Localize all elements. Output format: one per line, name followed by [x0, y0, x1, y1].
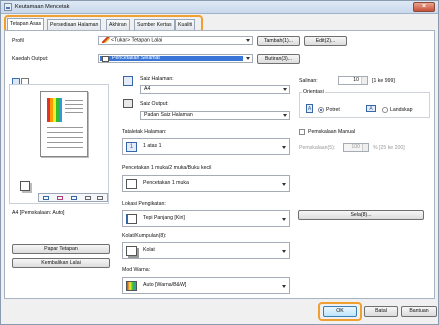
punch-icon — [57, 196, 63, 200]
scaling-label: Pemskalaan(5): — [299, 145, 336, 151]
chevron-down-icon — [246, 57, 250, 60]
print-preview — [9, 84, 109, 204]
color-mode-select[interactable]: Auto [Warna/B&W] — [122, 277, 290, 294]
portrait-label: Potret — [326, 107, 340, 113]
copies-input[interactable]: 10 — [338, 76, 368, 85]
color-mode-value: Auto [Warna/B&W] — [143, 282, 187, 288]
copies-value: 10 — [353, 77, 359, 83]
chevron-down-icon — [283, 114, 287, 117]
output-details-button[interactable]: Butiran(3)... — [257, 54, 300, 64]
output-method-label: Kaedah Output: — [12, 56, 49, 62]
tab-finishing[interactable]: Akhiran — [106, 19, 130, 30]
chevron-down-icon — [282, 146, 286, 149]
tab-page-setup[interactable]: Persediaan Halaman — [47, 19, 102, 30]
color-mode-label: Mod Warna: — [122, 267, 151, 273]
chevron-down-icon — [282, 218, 286, 221]
output-size-select[interactable]: Padan Saiz Halaman — [140, 111, 290, 120]
fold-icon — [71, 196, 77, 200]
cancel-button[interactable]: Batal — [364, 306, 398, 317]
landscape-icon: A — [366, 105, 376, 112]
chevron-down-icon — [282, 250, 286, 253]
portrait-radio[interactable] — [318, 107, 324, 113]
one-sided-icon — [126, 179, 137, 189]
portrait-icon: A — [306, 104, 313, 113]
staple-icon — [43, 196, 49, 200]
preview-caption: A4 [Pemskalaan: Auto] — [12, 210, 65, 216]
orientation-group — [299, 92, 430, 118]
binding-select[interactable]: Tepi Panjang [Kiri] — [122, 210, 290, 227]
copies-stack-icon — [20, 181, 30, 191]
edit-profile-button[interactable]: Edit(2)... — [304, 36, 347, 46]
output-size-label: Saiz Output: — [140, 101, 169, 107]
profile-label: Profil — [12, 38, 24, 44]
secure-print-icon — [102, 56, 109, 62]
profile-select[interactable]: <Tukar> Tetapan Lalai — [98, 36, 253, 45]
book-icon — [97, 196, 103, 200]
restore-defaults-button[interactable]: Kembalikan Lalai — [12, 258, 110, 268]
help-button[interactable]: Bantuan — [401, 306, 437, 317]
booklet-icon — [85, 196, 91, 200]
collate-label: Kolat/Kumpulan(8): — [122, 233, 167, 239]
page-preview — [40, 91, 88, 157]
title-bar: Keutamaan Mencetak × — [1, 1, 438, 14]
page-layout-select[interactable]: 1 1 atas 1 — [122, 138, 290, 155]
landscape-label: Landskap — [390, 107, 413, 113]
duplex-select[interactable]: Pencetakan 1 muka — [122, 175, 290, 192]
copies-range: [1 ke 999] — [372, 78, 395, 84]
long-edge-left-icon — [126, 214, 137, 224]
manual-scaling-checkbox[interactable] — [299, 129, 305, 135]
page-layout-value: 1 atas 1 — [143, 143, 162, 149]
print-preferences-window: Keutamaan Mencetak × Tetapan Asas Persed… — [0, 0, 439, 325]
scaling-value: 100 — [351, 144, 360, 150]
window-title: Keutamaan Mencetak — [15, 4, 70, 10]
tab-paper-source[interactable]: Sumber Kertas — [134, 19, 175, 30]
profile-value: <Tukar> Tetapan Lalai — [111, 37, 163, 44]
page-layout-label: Tataletak Halaman: — [122, 129, 167, 135]
tab-quality[interactable]: Kualiti — [175, 19, 196, 30]
page-size-icon — [123, 76, 133, 86]
gutter-button[interactable]: Sela(8)... — [298, 210, 424, 220]
page-size-label: Saiz Halaman: — [140, 76, 174, 82]
finishing-icons — [38, 193, 108, 202]
output-method-value: Pencetakan Selamat — [112, 55, 160, 61]
one-up-icon: 1 — [126, 142, 137, 152]
add-profile-button[interactable]: Tambah(1)... — [257, 36, 300, 46]
tab-basic-settings[interactable]: Tetapan Asas — [7, 18, 45, 30]
binding-label: Lokasi Pengikatan: — [122, 201, 166, 207]
pencil-icon — [102, 37, 110, 43]
page-size-value: A4 — [144, 86, 151, 92]
ok-button[interactable]: OK — [323, 306, 357, 317]
output-method-select[interactable]: Pencetakan Selamat — [98, 54, 253, 63]
spinner-icon[interactable] — [361, 77, 367, 84]
copies-label: Salinan: — [299, 78, 318, 84]
collate-icon — [126, 246, 137, 256]
color-mode-icon — [126, 281, 137, 291]
printer-icon — [4, 3, 12, 11]
orientation-label: Orientasi — [302, 89, 325, 95]
chevron-down-icon — [282, 183, 286, 186]
page-size-select[interactable]: A4 — [140, 85, 290, 94]
spinner-icon[interactable] — [362, 144, 368, 151]
view-settings-button[interactable]: Papar Tetapan — [12, 244, 110, 254]
binding-value: Tepi Panjang [Kiri] — [143, 215, 185, 221]
collate-value: Kolat — [143, 247, 155, 253]
output-size-value: Padan Saiz Halaman — [144, 112, 193, 118]
manual-scaling-label: Pemskalaan Manual — [308, 129, 356, 135]
output-size-printer-icon — [123, 99, 133, 108]
collate-select[interactable]: Kolat — [122, 242, 290, 259]
duplex-label: Pencetakan 1 muka/2 muka/Buku kecil — [122, 165, 212, 171]
chevron-down-icon — [282, 285, 286, 288]
close-button[interactable]: × — [413, 2, 435, 12]
scaling-range: % [25 ke 200] — [373, 145, 405, 151]
scaling-input[interactable]: 100 — [343, 143, 369, 152]
landscape-radio[interactable] — [382, 107, 388, 113]
duplex-value: Pencetakan 1 muka — [143, 180, 189, 186]
chevron-down-icon — [283, 88, 287, 91]
chevron-down-icon — [246, 39, 250, 42]
